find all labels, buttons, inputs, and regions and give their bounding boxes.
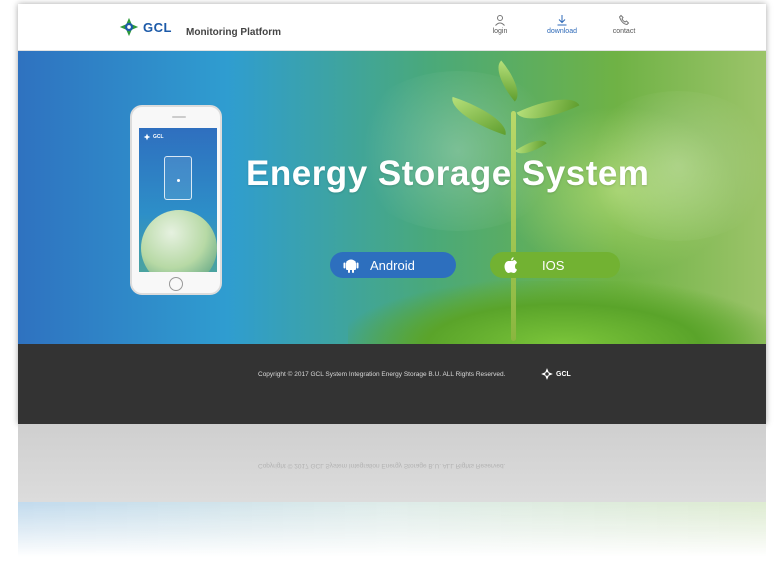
phone-icon bbox=[618, 14, 630, 26]
footer-logo-text: GCL bbox=[556, 370, 571, 378]
android-button-label: Android bbox=[370, 257, 415, 273]
nav-contact-label: contact bbox=[612, 28, 636, 35]
page-frame: GCL Monitoring Platform login download c… bbox=[18, 4, 766, 424]
apple-icon bbox=[504, 257, 517, 273]
grass-image bbox=[348, 281, 766, 344]
top-nav: login download contact bbox=[478, 14, 646, 35]
nav-download[interactable]: download bbox=[540, 14, 584, 35]
sprout-stem bbox=[511, 111, 516, 341]
gcl-logo-icon bbox=[143, 133, 151, 141]
gcl-logo-icon bbox=[119, 17, 139, 37]
storage-device-image bbox=[164, 156, 192, 200]
nav-contact[interactable]: contact bbox=[602, 14, 646, 35]
gcl-logo-icon bbox=[541, 368, 553, 380]
phone-home-button bbox=[169, 277, 183, 291]
android-download-button[interactable]: Android bbox=[330, 252, 456, 278]
reflection-footer: Copyright © 2017 GCL System Integration … bbox=[18, 424, 766, 502]
ios-button-label: IOS bbox=[542, 257, 565, 273]
phone-logo: GCL bbox=[143, 133, 164, 141]
nav-login-label: login bbox=[492, 28, 508, 35]
globe-image bbox=[141, 210, 217, 272]
phone-logo-text: GCL bbox=[153, 134, 164, 140]
reflection-copyright: Copyright © 2017 GCL System Integration … bbox=[258, 462, 506, 469]
hero-title: Energy Storage System bbox=[246, 154, 650, 193]
phone-screen: GCL bbox=[139, 128, 217, 272]
hero-banner: GCL Energy Storage System Android IOS bbox=[18, 51, 766, 344]
platform-title: Monitoring Platform bbox=[186, 27, 281, 38]
download-icon bbox=[557, 15, 567, 26]
footer-logo: GCL bbox=[540, 367, 571, 381]
reflection-hero bbox=[18, 502, 766, 557]
page-reflection: Copyright © 2017 GCL System Integration … bbox=[18, 424, 766, 557]
phone-speaker bbox=[172, 116, 186, 118]
gcl-logo[interactable]: GCL bbox=[118, 16, 172, 38]
phone-mockup: GCL bbox=[130, 105, 222, 295]
logo-text: GCL bbox=[143, 19, 172, 35]
header: GCL Monitoring Platform login download c… bbox=[18, 4, 766, 51]
footer: Copyright © 2017 GCL System Integration … bbox=[18, 344, 766, 424]
hero-glow bbox=[348, 71, 568, 231]
copyright-text: Copyright © 2017 GCL System Integration … bbox=[258, 371, 506, 378]
android-icon bbox=[343, 259, 359, 273]
nav-login[interactable]: login bbox=[478, 14, 522, 35]
user-icon bbox=[495, 15, 505, 26]
nav-download-label: download bbox=[547, 28, 577, 35]
ios-download-button[interactable]: IOS bbox=[490, 252, 620, 278]
